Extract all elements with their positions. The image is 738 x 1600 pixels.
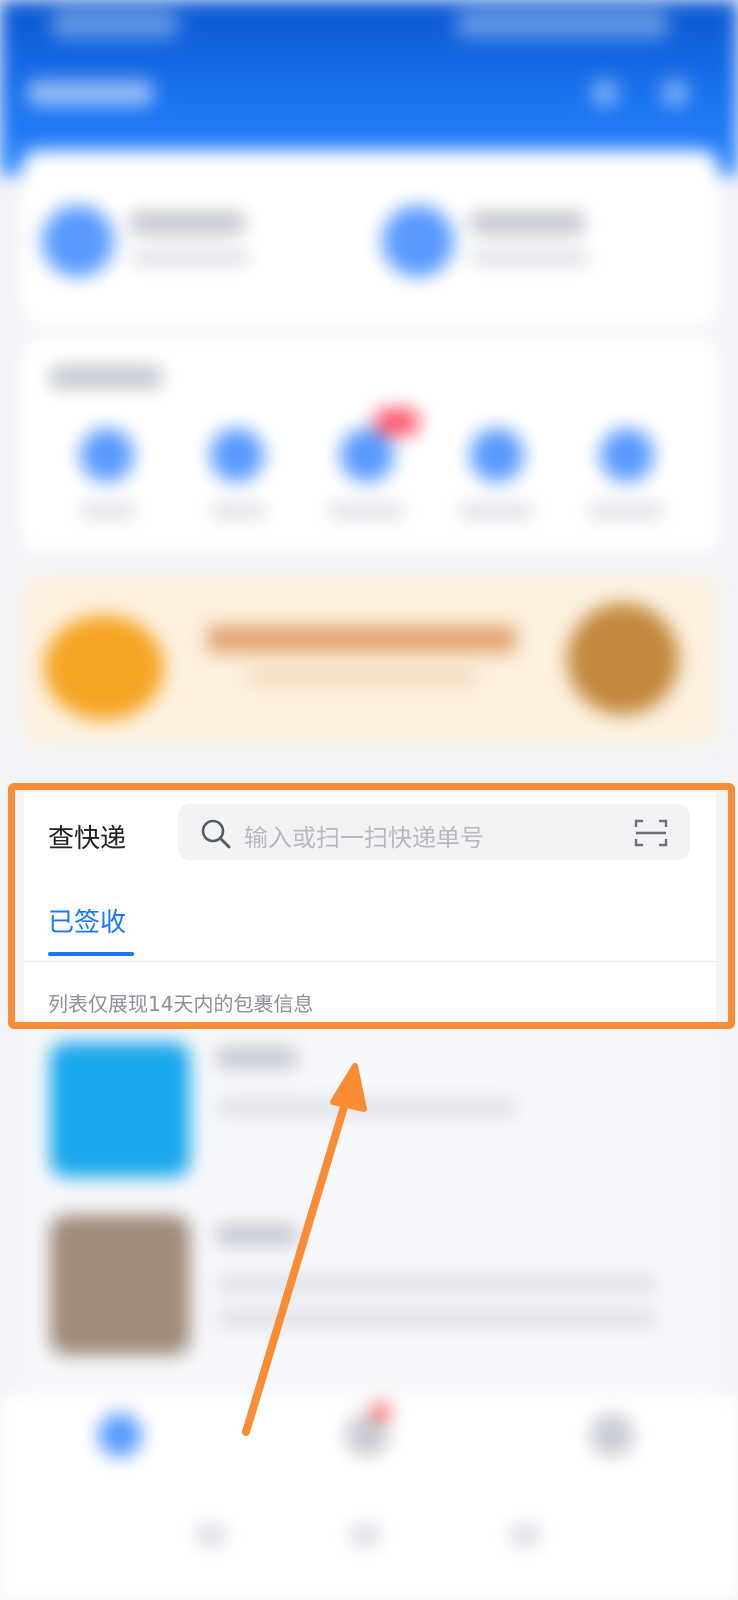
status-bar-left <box>50 10 180 38</box>
watermark-brand: Baidu <box>565 1514 622 1538</box>
feature-icon-left <box>42 205 114 277</box>
service-label-5 <box>588 503 664 519</box>
services-title <box>50 366 162 388</box>
header-band <box>0 0 738 175</box>
tab-profile-icon <box>590 1413 634 1457</box>
service-label-2 <box>210 503 266 519</box>
feature-card <box>22 150 718 325</box>
banner-badge <box>567 603 679 715</box>
banner-fruit <box>44 615 164 720</box>
service-label-3 <box>328 503 404 519</box>
service-icon-4 <box>470 428 524 482</box>
service-badge <box>374 408 420 436</box>
banner-sub <box>247 670 477 684</box>
status-bar-right <box>455 10 670 38</box>
annotation-highlight-box <box>8 783 735 1029</box>
nav-recent-icon <box>510 1523 540 1547</box>
tab-messages-badge <box>372 1403 390 1421</box>
service-icon-5 <box>600 428 654 482</box>
package-sub-1 <box>217 1098 517 1116</box>
header-title-blur <box>28 80 153 106</box>
package-list <box>22 1030 718 1390</box>
bottom-tab-bar <box>0 1395 738 1600</box>
nav-back-icon <box>196 1523 226 1547</box>
header-icon-2 <box>660 78 690 108</box>
header-icon-1 <box>590 78 620 108</box>
tab-home-icon <box>98 1413 142 1457</box>
service-label-4 <box>458 503 534 519</box>
baidu-jingyan-watermark: Baidu 经验 jingyan.baidu.com <box>565 1514 684 1558</box>
feature-icon-right <box>382 205 454 277</box>
watermark-url: jingyan.baidu.com <box>572 1544 684 1558</box>
service-icon-3 <box>340 428 394 482</box>
feature-title-left <box>130 212 245 234</box>
feature-sub-left <box>130 250 250 266</box>
package-sub-3 <box>217 1310 657 1328</box>
package-sub-2 <box>217 1275 657 1293</box>
promo-banner <box>22 575 718 745</box>
service-label-1 <box>80 503 136 519</box>
service-icon-1 <box>80 428 134 482</box>
services-card <box>22 338 718 553</box>
package-thumb-1 <box>50 1042 190 1177</box>
package-title-2 <box>217 1225 297 1245</box>
feature-title-right <box>470 212 585 234</box>
service-icon-2 <box>210 428 264 482</box>
banner-headline <box>207 625 517 653</box>
feature-sub-right <box>470 250 590 266</box>
package-thumb-2 <box>50 1215 190 1355</box>
nav-home-icon <box>350 1523 380 1547</box>
watermark-brand-cn: 经验 <box>637 1514 677 1538</box>
package-title-1 <box>217 1048 297 1068</box>
